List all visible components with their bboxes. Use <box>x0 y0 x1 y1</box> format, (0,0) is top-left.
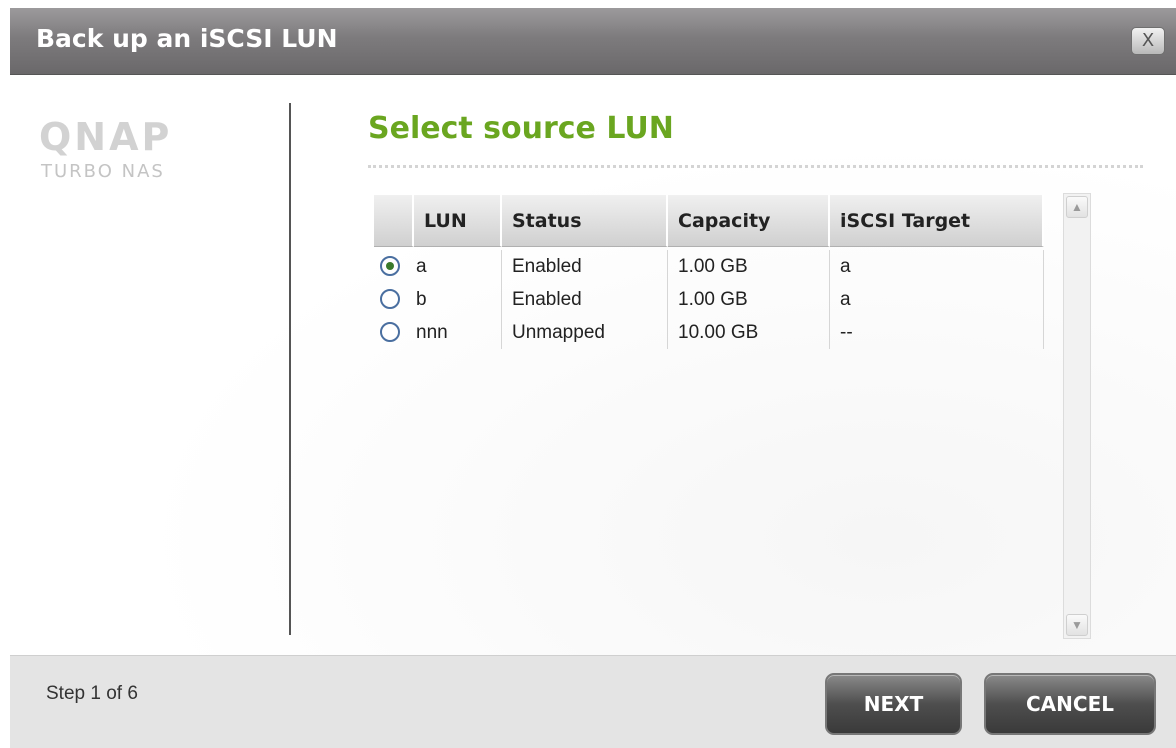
cell-lun: b <box>406 283 502 316</box>
table-header: LUN Status Capacity iSCSI Target <box>374 195 1044 247</box>
next-button[interactable]: NEXT <box>825 673 962 735</box>
qnap-logo: QNAP TURBO NAS <box>39 115 239 185</box>
cell-capacity: 1.00 GB <box>668 283 830 316</box>
cell-lun: nnn <box>406 316 502 349</box>
logo-wordmark: QNAP <box>39 115 173 159</box>
table-row[interactable]: b Enabled 1.00 GB a <box>374 283 1044 316</box>
backup-lun-dialog: Back up an iSCSI LUN X QNAP TURBO NAS Se… <box>0 0 1176 748</box>
header-iscsi-target[interactable]: iSCSI Target <box>830 195 1044 247</box>
row-radio-button[interactable] <box>380 256 400 276</box>
step-indicator: Step 1 of 6 <box>46 683 138 704</box>
heading-divider <box>368 165 1143 168</box>
row-radio-button[interactable] <box>380 289 400 309</box>
row-radio-button[interactable] <box>380 322 400 342</box>
vertical-divider <box>289 103 291 635</box>
table-row[interactable]: a Enabled 1.00 GB a <box>374 250 1044 283</box>
cell-target: a <box>830 283 1044 316</box>
dialog-title: Back up an iSCSI LUN <box>36 24 338 53</box>
table-row[interactable]: nnn Unmapped 10.00 GB -- <box>374 316 1044 349</box>
cell-status: Enabled <box>502 283 668 316</box>
cell-capacity: 1.00 GB <box>668 250 830 283</box>
cell-lun: a <box>406 250 502 283</box>
cell-status: Enabled <box>502 250 668 283</box>
cell-status: Unmapped <box>502 316 668 349</box>
header-select-column <box>374 195 414 247</box>
logo-tagline: TURBO NAS <box>41 161 165 182</box>
header-lun[interactable]: LUN <box>414 195 502 247</box>
vertical-scrollbar[interactable]: ▲ ▼ <box>1063 193 1091 639</box>
close-button[interactable]: X <box>1131 27 1165 55</box>
scroll-up-icon[interactable]: ▲ <box>1066 196 1088 218</box>
header-capacity[interactable]: Capacity <box>668 195 830 247</box>
cell-target: -- <box>830 316 1044 349</box>
scroll-down-icon[interactable]: ▼ <box>1066 614 1088 636</box>
page-heading: Select source LUN <box>368 111 674 146</box>
cancel-button[interactable]: CANCEL <box>984 673 1156 735</box>
title-bar: Back up an iSCSI LUN X <box>10 8 1176 75</box>
dialog-footer: Step 1 of 6 NEXT CANCEL <box>10 655 1176 748</box>
header-status[interactable]: Status <box>502 195 668 247</box>
cell-target: a <box>830 250 1044 283</box>
cell-capacity: 10.00 GB <box>668 316 830 349</box>
